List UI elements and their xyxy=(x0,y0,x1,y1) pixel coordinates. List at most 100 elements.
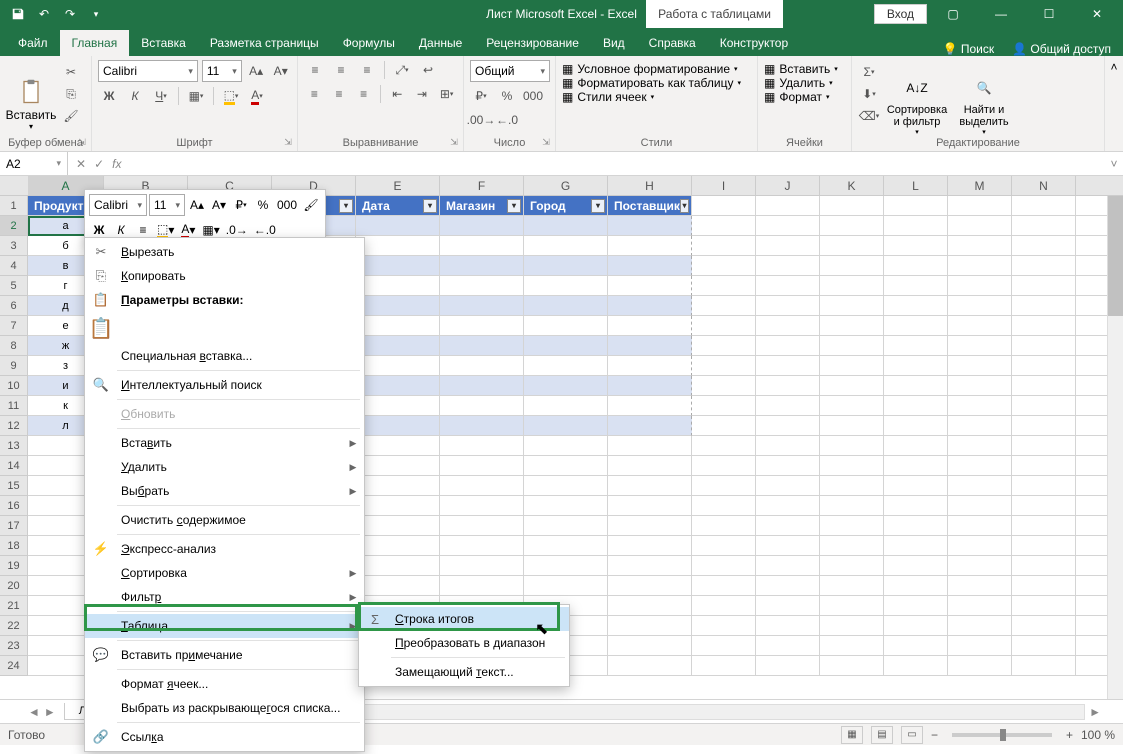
cell[interactable] xyxy=(948,436,1012,456)
cell[interactable] xyxy=(440,236,524,256)
cell[interactable] xyxy=(1012,476,1076,496)
cell[interactable] xyxy=(756,296,820,316)
orientation-button[interactable]: ⤢▾ xyxy=(391,60,413,80)
row-header[interactable]: 19 xyxy=(0,556,28,576)
cell[interactable] xyxy=(1012,436,1076,456)
cell[interactable] xyxy=(524,216,608,236)
cell[interactable] xyxy=(356,316,440,336)
row-header[interactable]: 1 xyxy=(0,196,28,216)
context-menu-item[interactable]: Вставить▶ xyxy=(85,431,364,455)
context-menu-item[interactable]: 🔗Ссылка xyxy=(85,725,364,749)
cell[interactable] xyxy=(356,296,440,316)
cell[interactable] xyxy=(884,636,948,656)
cell[interactable] xyxy=(948,356,1012,376)
cell[interactable] xyxy=(692,196,756,216)
cell[interactable] xyxy=(820,216,884,236)
cell[interactable] xyxy=(692,516,756,536)
cell[interactable] xyxy=(820,376,884,396)
cell[interactable] xyxy=(756,456,820,476)
cell[interactable] xyxy=(948,656,1012,676)
cell[interactable] xyxy=(884,236,948,256)
cell[interactable] xyxy=(692,536,756,556)
context-menu-item[interactable]: ⎘Копировать xyxy=(85,264,364,288)
mini-shrink-font[interactable]: A▾ xyxy=(209,195,229,215)
cell[interactable] xyxy=(608,236,692,256)
tab-view[interactable]: Вид xyxy=(591,30,637,56)
cell[interactable] xyxy=(884,576,948,596)
context-menu-item[interactable]: Специальная вставка... xyxy=(85,344,364,368)
cell[interactable] xyxy=(440,216,524,236)
row-header[interactable]: 16 xyxy=(0,496,28,516)
cell[interactable] xyxy=(356,396,440,416)
cell[interactable] xyxy=(524,436,608,456)
cell[interactable] xyxy=(356,556,440,576)
fill-color-button[interactable]: ⬚▾ xyxy=(220,86,242,106)
cell[interactable] xyxy=(608,216,692,236)
tab-formulas[interactable]: Формулы xyxy=(331,30,407,56)
cell[interactable] xyxy=(524,416,608,436)
cell[interactable] xyxy=(756,396,820,416)
filter-dropdown-icon[interactable]: ▾ xyxy=(507,199,521,213)
cell[interactable] xyxy=(440,276,524,296)
row-header[interactable]: 3 xyxy=(0,236,28,256)
cut-button[interactable]: ✂ xyxy=(60,62,82,82)
cell[interactable] xyxy=(524,456,608,476)
cell[interactable] xyxy=(608,296,692,316)
submenu-item[interactable]: Замещающий текст... xyxy=(359,660,569,684)
cell[interactable] xyxy=(608,556,692,576)
cell[interactable] xyxy=(440,556,524,576)
sort-filter-button[interactable]: A↓Z Сортировка и фильтр▾ xyxy=(884,60,950,147)
filter-dropdown-icon[interactable]: ▾ xyxy=(423,199,437,213)
grow-font-button[interactable]: A▴ xyxy=(246,61,267,81)
cell[interactable] xyxy=(948,596,1012,616)
cell[interactable] xyxy=(756,436,820,456)
row-header[interactable]: 10 xyxy=(0,376,28,396)
vertical-scrollbar[interactable] xyxy=(1107,196,1123,699)
row-header[interactable]: 22 xyxy=(0,616,28,636)
zoom-slider[interactable] xyxy=(952,733,1052,737)
cell[interactable] xyxy=(948,376,1012,396)
cell[interactable] xyxy=(1012,416,1076,436)
context-menu-item[interactable]: ⚡Экспресс-анализ xyxy=(85,537,364,561)
mini-percent[interactable]: % xyxy=(253,195,273,215)
cell[interactable] xyxy=(820,356,884,376)
cell[interactable] xyxy=(524,516,608,536)
cell[interactable] xyxy=(756,316,820,336)
cell[interactable] xyxy=(692,456,756,476)
submenu-item[interactable]: Преобразовать в диапазон xyxy=(359,631,569,655)
cell[interactable] xyxy=(608,256,692,276)
cell[interactable] xyxy=(1012,536,1076,556)
cell[interactable] xyxy=(440,476,524,496)
cell[interactable] xyxy=(608,436,692,456)
cell[interactable] xyxy=(608,516,692,536)
cell[interactable] xyxy=(884,296,948,316)
cell[interactable] xyxy=(608,316,692,336)
tab-design[interactable]: Конструктор xyxy=(708,30,800,56)
cell[interactable] xyxy=(1012,356,1076,376)
cell[interactable] xyxy=(756,516,820,536)
cell[interactable] xyxy=(756,616,820,636)
autosum-button[interactable]: Σ▾ xyxy=(858,62,880,82)
row-header[interactable]: 8 xyxy=(0,336,28,356)
column-header[interactable]: J xyxy=(756,176,820,195)
context-menu-item[interactable]: Очистить содержимое xyxy=(85,508,364,532)
cell[interactable] xyxy=(884,276,948,296)
cell[interactable] xyxy=(608,456,692,476)
cell[interactable] xyxy=(948,556,1012,576)
cell[interactable] xyxy=(692,596,756,616)
cell[interactable] xyxy=(820,476,884,496)
cell[interactable] xyxy=(608,476,692,496)
column-header[interactable]: N xyxy=(1012,176,1076,195)
font-size-combo[interactable]: 11▾ xyxy=(202,60,242,82)
increase-decimal-button[interactable]: .00→ xyxy=(470,110,492,130)
cell[interactable] xyxy=(692,396,756,416)
cell[interactable] xyxy=(692,476,756,496)
mini-accounting[interactable]: ₽▾ xyxy=(231,195,251,215)
cell[interactable] xyxy=(524,476,608,496)
cell[interactable] xyxy=(756,596,820,616)
cell[interactable] xyxy=(948,576,1012,596)
view-pagebreak-button[interactable]: ▭ xyxy=(901,726,923,744)
alignment-launcher[interactable]: ⇲ xyxy=(447,135,461,149)
cancel-formula-icon[interactable]: ✕ xyxy=(76,157,86,171)
format-painter-button[interactable]: 🖌 xyxy=(60,106,82,126)
